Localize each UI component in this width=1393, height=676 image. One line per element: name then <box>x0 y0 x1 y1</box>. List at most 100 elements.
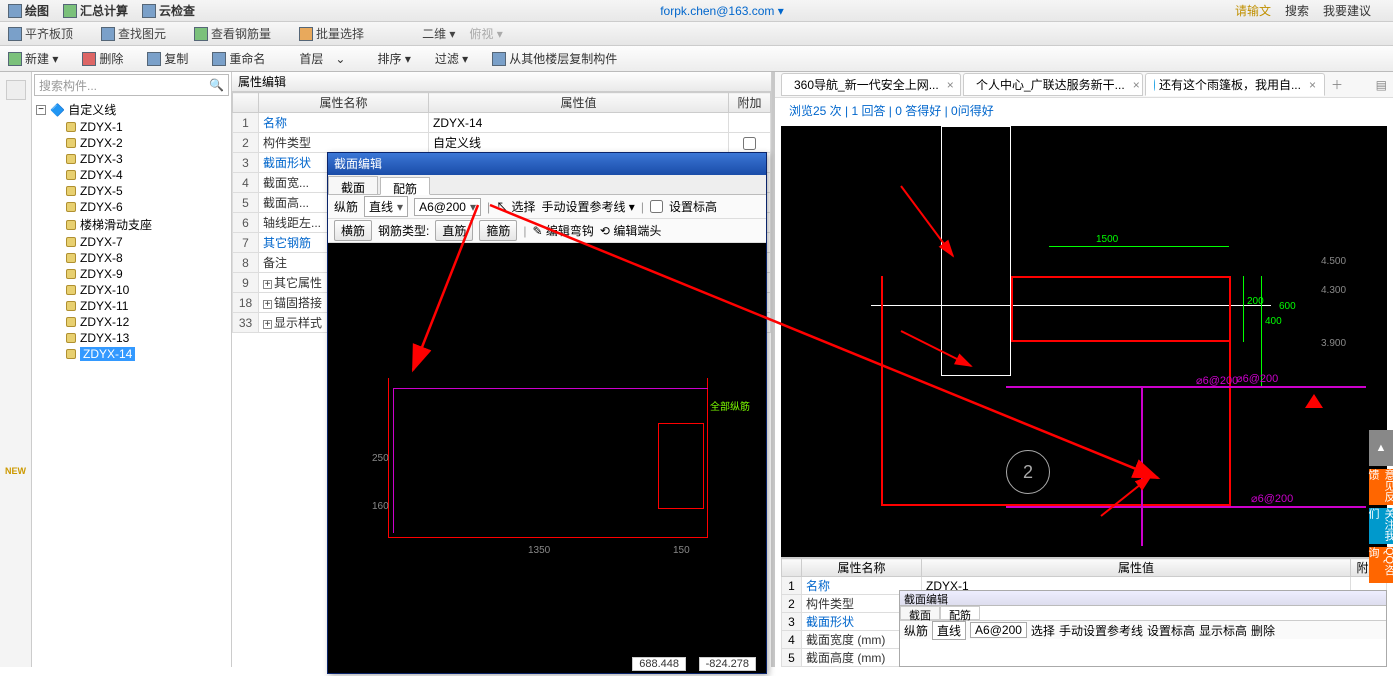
tree-root[interactable]: −🔷 自定义线 <box>32 100 231 119</box>
item-icon <box>66 122 76 132</box>
elev-3900: 3.900 <box>1321 338 1346 349</box>
menu-draw[interactable]: 绘图 <box>8 2 49 19</box>
tab-360[interactable]: 360导航_新一代安全上网...× <box>781 73 961 96</box>
item-icon <box>66 349 76 359</box>
stirrup-button[interactable]: 箍筋 <box>479 220 517 241</box>
select-button[interactable]: ↖ 选择 <box>496 198 535 215</box>
item-icon <box>66 186 76 196</box>
floor-combo[interactable]: 首层 ⌄ <box>299 50 345 67</box>
mini-line-combo[interactable]: 直线 <box>932 621 966 640</box>
dim-400: 400 <box>1265 316 1282 327</box>
extra-checkbox[interactable] <box>743 137 756 150</box>
property-row[interactable]: 1名称ZDYX-14 <box>233 113 771 133</box>
find-icon <box>101 27 115 41</box>
rename-button[interactable]: 重命名 <box>212 50 277 67</box>
tree-item[interactable]: 楼梯滑动支座 <box>32 215 231 234</box>
tb2-b[interactable]: 查找图元 <box>101 25 180 42</box>
transverse-button[interactable]: 横筋 <box>334 220 372 241</box>
mini-dlg-title: 截面编辑 <box>900 591 1386 606</box>
new-button[interactable]: 新建 ▾ <box>8 50 70 67</box>
item-icon <box>66 220 76 230</box>
menu-cloud[interactable]: 云检查 <box>142 2 195 19</box>
mini-tab-rebar[interactable]: 配筋 <box>940 606 980 620</box>
menu-bar: 绘图 汇总计算 云检查 forpk.chen@163.com ▾ 请输文 搜索 … <box>0 0 1393 22</box>
mini-del[interactable]: 删除 <box>1251 622 1275 639</box>
tb2-view[interactable]: 二维 ▾ <box>422 25 455 42</box>
tab-question[interactable]: 还有这个雨篷板，我用自...× <box>1145 73 1325 96</box>
filter-button[interactable]: 过滤 ▾ <box>435 50 480 67</box>
tb2-a[interactable]: 平齐板顶 <box>8 25 87 42</box>
tb2-c[interactable]: 查看钢筋量 <box>194 25 285 42</box>
set-elev-checkbox[interactable] <box>650 200 663 213</box>
user-email[interactable]: forpk.chen@163.com ▾ <box>660 4 784 18</box>
tree-item[interactable]: ZDYX-3 <box>32 151 231 167</box>
mini-tab-section[interactable]: 截面 <box>900 606 940 620</box>
mini-ref[interactable]: 手动设置参考线 <box>1059 622 1143 639</box>
menu-sum[interactable]: 汇总计算 <box>63 2 128 19</box>
dim-150: 150 <box>673 545 690 556</box>
follow-button[interactable]: 关注我们 <box>1369 508 1393 544</box>
left-rail: NEW <box>0 72 32 667</box>
back-to-top-button[interactable]: ▲ <box>1369 430 1393 466</box>
property-row[interactable]: 2构件类型自定义线 <box>233 133 771 153</box>
tree-item[interactable]: ZDYX-1 <box>32 119 231 135</box>
delete-button[interactable]: 删除 <box>82 50 135 67</box>
tree-item[interactable]: ZDYX-11 <box>32 298 231 314</box>
tree-item[interactable]: ZDYX-14 <box>32 346 231 362</box>
sort-button[interactable]: 排序 ▾ <box>377 50 422 67</box>
tree-item[interactable]: ZDYX-6 <box>32 199 231 215</box>
tb2-d[interactable]: 批量选择 <box>299 25 378 42</box>
mini-select[interactable]: 选择 <box>1031 622 1055 639</box>
rebar-label-1b: ⌀6@200 <box>1196 374 1238 387</box>
tree-item[interactable]: ZDYX-8 <box>32 250 231 266</box>
tree-item[interactable]: ZDYX-7 <box>32 234 231 250</box>
feedback-button[interactable]: 意见反馈 <box>1369 469 1393 505</box>
search-input[interactable]: 搜索构件... 🔍 <box>34 74 229 96</box>
tree-item[interactable]: ZDYX-13 <box>32 330 231 346</box>
tree-item[interactable]: ZDYX-2 <box>32 135 231 151</box>
close-icon[interactable]: × <box>947 78 954 92</box>
edit-end-button[interactable]: ⟲ 编辑端头 <box>600 222 661 239</box>
copy-button[interactable]: 复制 <box>147 50 200 67</box>
tab-menu-icon[interactable]: ▤ <box>1370 78 1393 92</box>
tree-item[interactable]: ZDYX-5 <box>32 183 231 199</box>
edit-hook-button[interactable]: ✎ 编辑弯钩 <box>533 222 594 239</box>
new-tab-button[interactable]: ＋ <box>1331 76 1343 93</box>
mini-show[interactable]: 显示标高 <box>1199 622 1247 639</box>
search-icon: 🔍 <box>209 78 224 92</box>
qq-button[interactable]: QQ咨询 <box>1369 547 1393 583</box>
tree-item[interactable]: ZDYX-4 <box>32 167 231 183</box>
answer-cad-view: 1500 200 400 600 4.500 4.300 3.900 ⌀6@20… <box>781 126 1387 557</box>
copyfloor-icon <box>492 52 506 66</box>
close-icon[interactable]: × <box>1133 78 1140 92</box>
cloud-icon <box>142 4 156 18</box>
tree-item[interactable]: ZDYX-10 <box>32 282 231 298</box>
close-icon[interactable]: × <box>1309 78 1316 92</box>
new-icon <box>8 52 22 66</box>
item-icon <box>66 285 76 295</box>
section-cad-view[interactable]: 250 160 1350 150 全部纵筋 688.448 -824.278 <box>328 243 766 673</box>
section-mark: 2 <box>1006 450 1050 494</box>
tab-section[interactable]: 截面 <box>328 176 378 194</box>
menu-suggest[interactable]: 我要建议 <box>1323 2 1371 19</box>
tab-glodon[interactable]: 个人中心_广联达服务新干...× <box>963 73 1143 96</box>
tree-item[interactable]: ZDYX-12 <box>32 314 231 330</box>
rebar-spec-combo[interactable]: A6@200 <box>414 198 481 216</box>
item-icon <box>66 333 76 343</box>
line-type-combo[interactable]: 直线 <box>364 196 408 217</box>
refline-button[interactable]: 手动设置参考线 ▾ <box>541 198 634 215</box>
tree-item[interactable]: ZDYX-9 <box>32 266 231 282</box>
rail-item[interactable] <box>6 80 26 100</box>
tb2-persp[interactable]: 俯视 ▾ <box>469 25 502 42</box>
menu-search[interactable]: 搜索 <box>1285 2 1309 19</box>
copy-from-button[interactable]: 从其他楼层复制构件 <box>492 50 629 67</box>
property-header: 属性编辑 <box>232 72 771 92</box>
browser-pane: 360导航_新一代安全上网...× 个人中心_广联达服务新干...× 还有这个雨… <box>772 72 1393 667</box>
item-icon <box>66 253 76 263</box>
draw-icon <box>8 4 22 18</box>
tab-rebar[interactable]: 配筋 <box>380 177 430 195</box>
mini-spec-combo[interactable]: A6@200 <box>970 622 1027 638</box>
straight-button[interactable]: 直筋 <box>435 220 473 241</box>
dim-1500: 1500 <box>1096 234 1118 245</box>
mini-elev[interactable]: 设置标高 <box>1147 622 1195 639</box>
